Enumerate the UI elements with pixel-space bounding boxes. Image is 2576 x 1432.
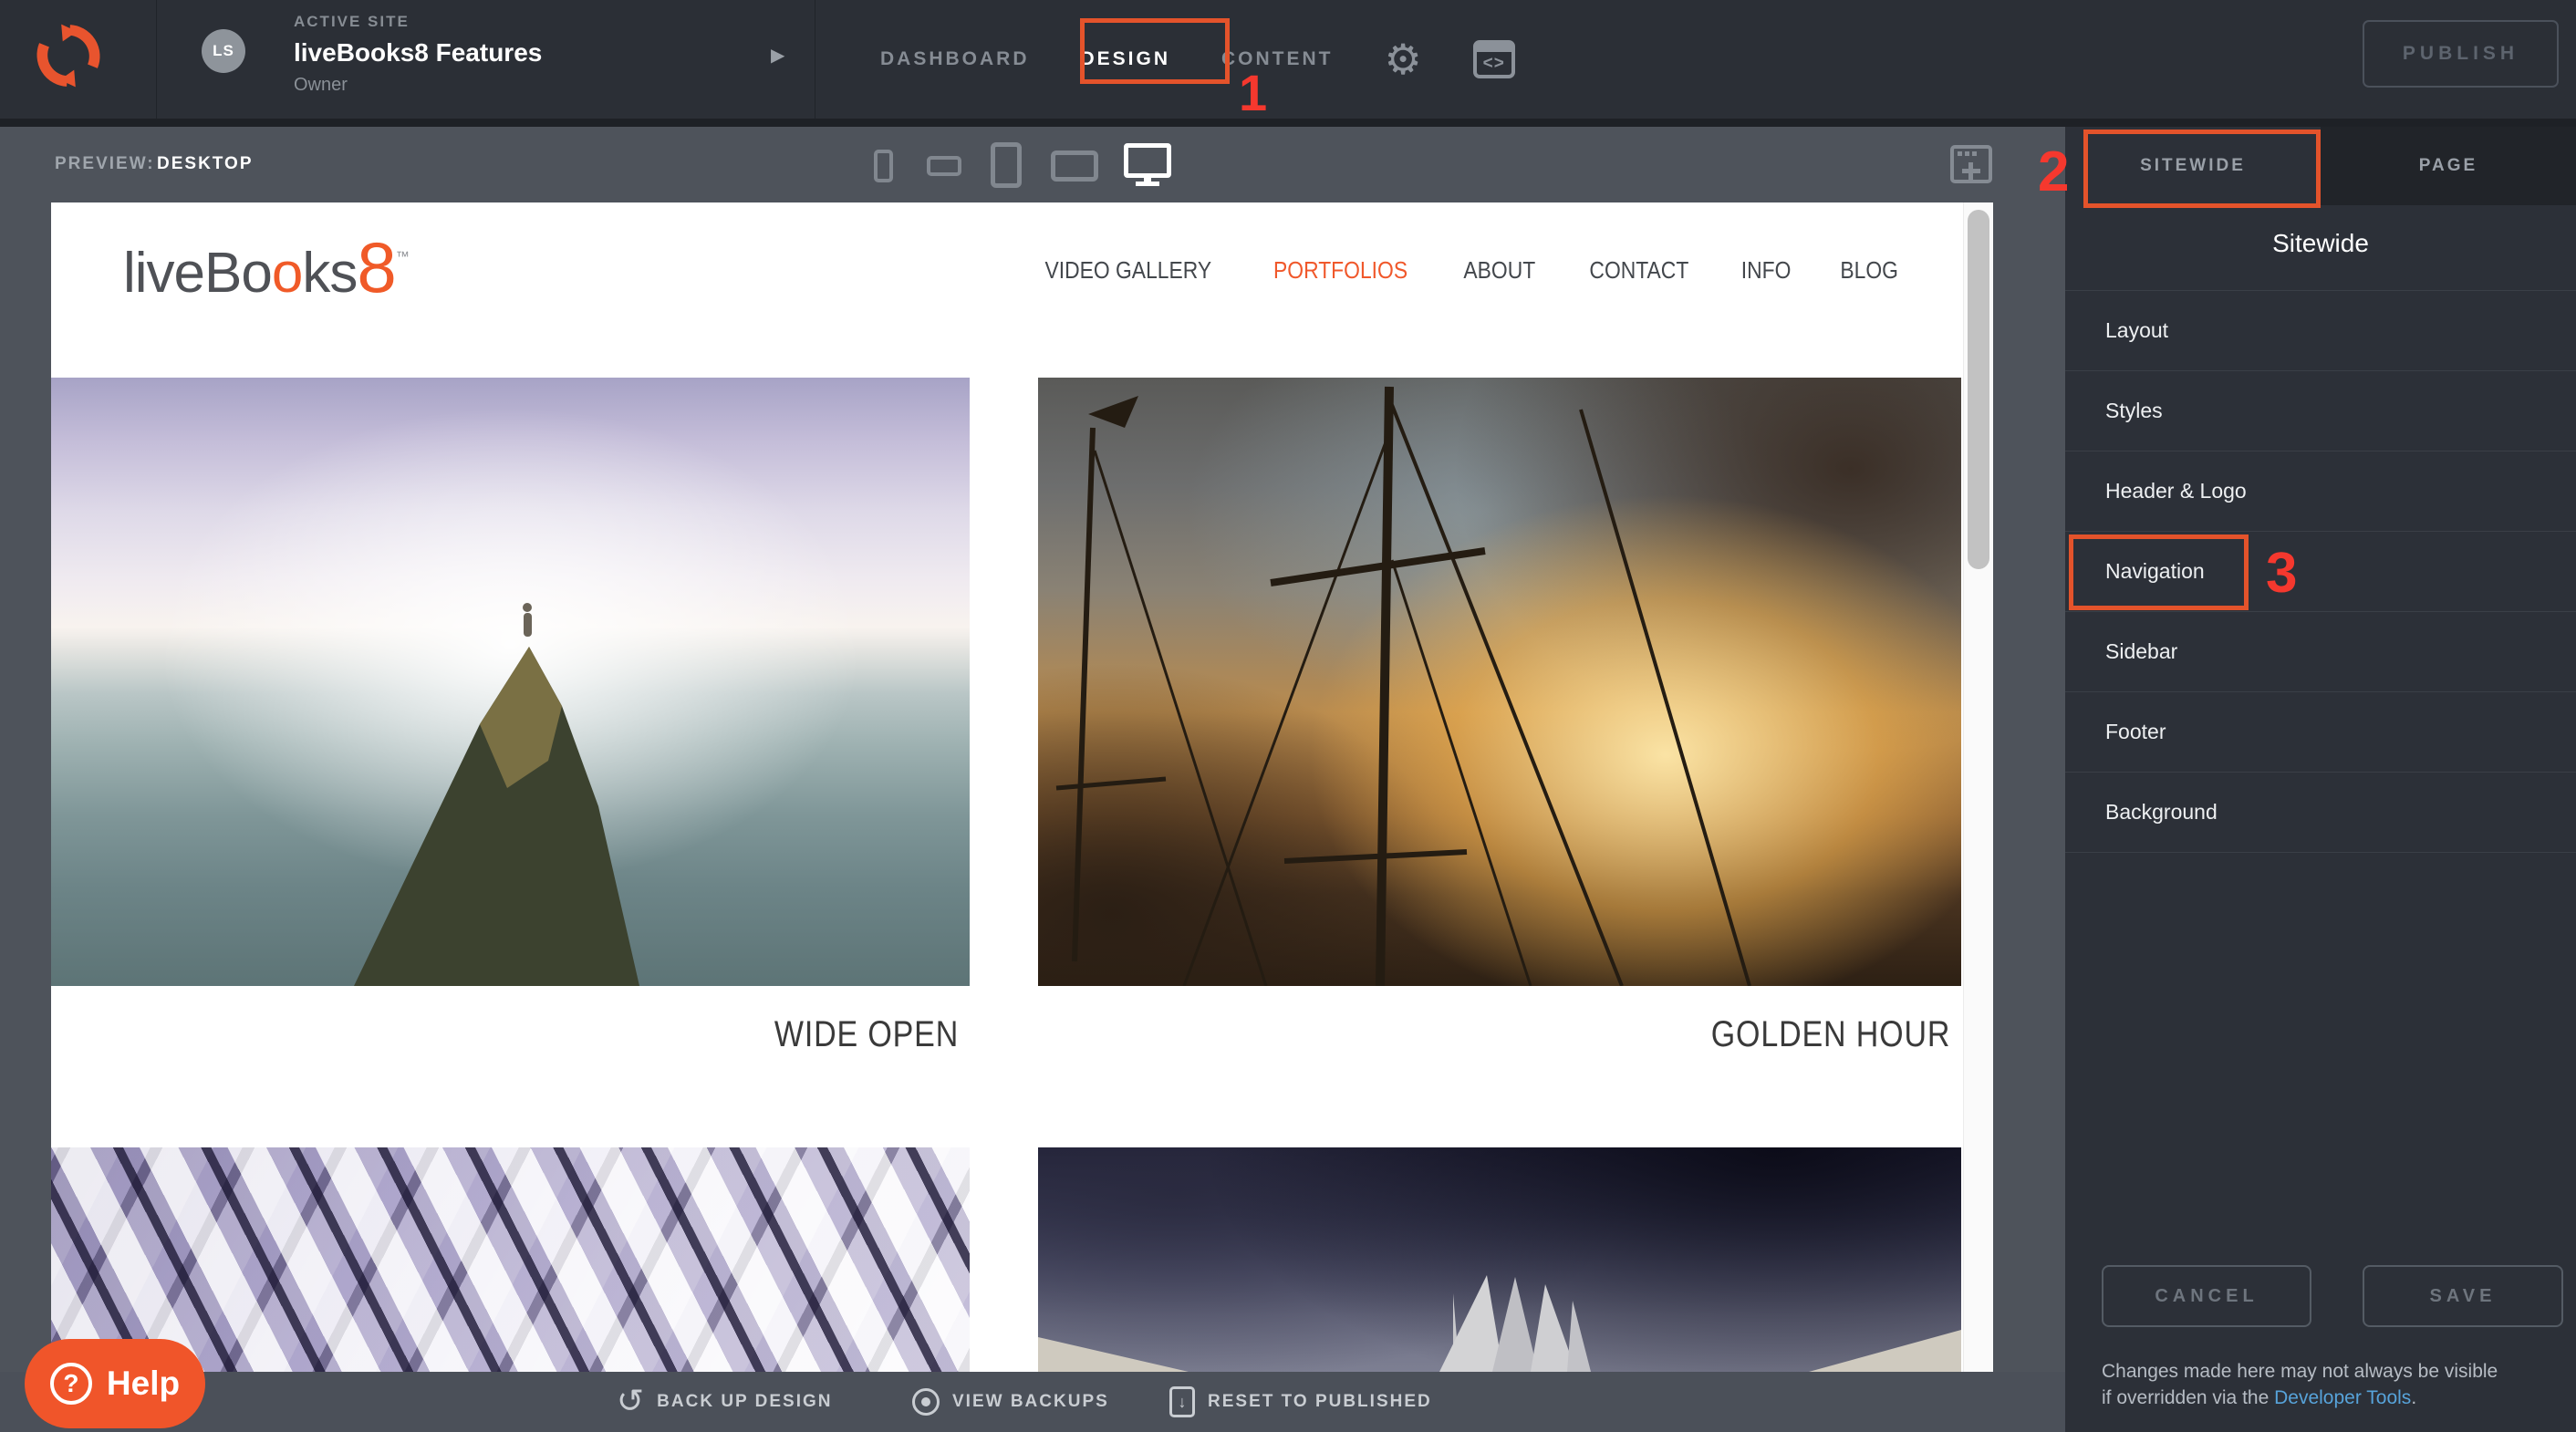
device-phone-portrait-icon[interactable] bbox=[874, 150, 893, 182]
avatar[interactable]: LS bbox=[202, 29, 245, 73]
note-line2: if overridden via the bbox=[2102, 1387, 2274, 1408]
device-phone-landscape-icon[interactable] bbox=[927, 156, 961, 176]
device-tablet-landscape-icon[interactable] bbox=[1051, 150, 1098, 182]
view-eye-icon bbox=[912, 1388, 940, 1416]
logo-text: ks bbox=[302, 242, 357, 305]
site-nav-info[interactable]: INFO bbox=[1740, 256, 1791, 285]
site-nav-about[interactable]: ABOUT bbox=[1464, 256, 1536, 285]
cancel-button[interactable]: CANCEL bbox=[2102, 1265, 2311, 1327]
portfolio-title: GOLDEN HOUR bbox=[1598, 1014, 1993, 1055]
view-backups-button[interactable]: VIEW BACKUPS bbox=[912, 1372, 1109, 1432]
tab-sitewide[interactable]: SITEWIDE bbox=[2065, 127, 2321, 205]
back-up-design-label: BACK UP DESIGN bbox=[657, 1392, 832, 1412]
active-site-role: Owner bbox=[294, 75, 542, 96]
device-desktop-icon[interactable] bbox=[1124, 143, 1171, 178]
site-logo[interactable]: liveBooks8™ bbox=[123, 226, 409, 309]
cliff-silhouette bbox=[51, 378, 970, 986]
header-divider bbox=[156, 0, 157, 119]
active-site-label: ACTIVE SITE bbox=[294, 13, 542, 31]
sidebar-note: Changes made here may not always be visi… bbox=[2102, 1358, 2549, 1411]
window-dot bbox=[1972, 151, 1977, 156]
reset-download-icon: ↓ bbox=[1169, 1386, 1195, 1417]
active-site-block: ACTIVE SITE liveBooks8 Features Owner bbox=[294, 13, 542, 96]
nav-dashboard[interactable]: DASHBOARD bbox=[880, 48, 1030, 70]
new-window-icon[interactable] bbox=[1950, 145, 1992, 183]
logo-orange-8: 8 bbox=[357, 227, 395, 307]
site-nav-blog[interactable]: BLOG bbox=[1840, 256, 1898, 285]
portfolio-photo-lattice[interactable] bbox=[51, 1147, 970, 1372]
help-label: Help bbox=[107, 1365, 180, 1403]
developer-tools-link[interactable]: Developer Tools bbox=[2274, 1387, 2411, 1408]
brand-logo-icon[interactable] bbox=[33, 20, 104, 91]
site-switcher-arrow-icon[interactable]: ▶ bbox=[771, 44, 784, 67]
nav-design[interactable]: DESIGN bbox=[1081, 48, 1171, 70]
preview-toolbar: PREVIEW: DESKTOP bbox=[0, 127, 2065, 202]
back-up-design-button[interactable]: ↺ BACK UP DESIGN bbox=[617, 1372, 833, 1432]
app-root: LS ACTIVE SITE liveBooks8 Features Owner… bbox=[0, 0, 2576, 1432]
reset-to-published-label: RESET TO PUBLISHED bbox=[1208, 1392, 1432, 1412]
developer-tools-icon[interactable]: <> bbox=[1473, 40, 1515, 78]
preview-mode-value: DESKTOP bbox=[157, 154, 254, 174]
sidebar-item-sidebar[interactable]: Sidebar bbox=[2065, 612, 2576, 692]
backup-circular-arrow-icon: ↺ bbox=[617, 1385, 644, 1418]
portfolio-photo-wide-open[interactable] bbox=[51, 378, 970, 986]
logo-orange-o: o bbox=[272, 242, 302, 305]
logo-text: liveBo bbox=[123, 242, 272, 305]
sidebar-heading: Sitewide bbox=[2065, 229, 2576, 258]
sidebar-list: Layout Styles Header & Logo Navigation S… bbox=[2065, 290, 2576, 853]
site-nav-portfolios[interactable]: PORTFOLIOS bbox=[1273, 256, 1407, 285]
bottom-action-bar: ↺ BACK UP DESIGN VIEW BACKUPS ↓ RESET TO… bbox=[0, 1372, 2065, 1432]
publish-button[interactable]: PUBLISH bbox=[2363, 20, 2559, 88]
plus-icon bbox=[1968, 162, 1973, 180]
settings-gear-icon[interactable]: ⚙ bbox=[1385, 38, 1422, 80]
portfolio-title: WIDE OPEN bbox=[634, 1014, 1099, 1055]
main-nav: DASHBOARD DESIGN CONTENT ⚙ <> bbox=[880, 0, 1515, 119]
sidebar-tabs: SITEWIDE PAGE bbox=[2065, 127, 2576, 205]
sidebar-item-styles[interactable]: Styles bbox=[2065, 371, 2576, 451]
active-site-name: liveBooks8 Features bbox=[294, 38, 542, 67]
spires-silhouette bbox=[1038, 1147, 1961, 1372]
sailboat-masts-silhouette bbox=[1038, 378, 1961, 986]
reset-to-published-button[interactable]: ↓ RESET TO PUBLISHED bbox=[1169, 1372, 1432, 1432]
tab-page[interactable]: PAGE bbox=[2321, 127, 2576, 205]
question-mark-icon: ? bbox=[50, 1363, 92, 1405]
site-nav-contact[interactable]: CONTACT bbox=[1589, 256, 1688, 285]
note-line1: Changes made here may not always be visi… bbox=[2102, 1361, 2498, 1382]
desktop-icon-base bbox=[1136, 182, 1159, 186]
nav-content[interactable]: CONTENT bbox=[1221, 48, 1334, 70]
view-backups-label: VIEW BACKUPS bbox=[952, 1392, 1109, 1412]
window-dot bbox=[1958, 151, 1962, 156]
sidebar-item-header-logo[interactable]: Header & Logo bbox=[2065, 451, 2576, 532]
preview-label: PREVIEW: bbox=[55, 154, 155, 174]
sidebar-item-footer[interactable]: Footer bbox=[2065, 692, 2576, 773]
portfolio-photo-spires[interactable] bbox=[1038, 1147, 1961, 1372]
save-button[interactable]: SAVE bbox=[2363, 1265, 2563, 1327]
top-header: LS ACTIVE SITE liveBooks8 Features Owner… bbox=[0, 0, 2576, 119]
site-nav: VIDEO GALLERY PORTFOLIOS ABOUT CONTACT I… bbox=[1034, 246, 1902, 294]
page-scrollbar-thumb[interactable] bbox=[1968, 210, 1989, 569]
logo-tm: ™ bbox=[396, 249, 409, 265]
help-button[interactable]: ? Help bbox=[25, 1339, 205, 1428]
page-scrollbar-track bbox=[1963, 202, 1993, 1372]
design-sidebar: SITEWIDE PAGE Sitewide Layout Styles Hea… bbox=[2065, 127, 2576, 1432]
note-suffix: . bbox=[2411, 1387, 2416, 1408]
device-tablet-portrait-icon[interactable] bbox=[991, 142, 1022, 188]
developer-icon-bar bbox=[1477, 44, 1511, 52]
site-nav-video-gallery[interactable]: VIDEO GALLERY bbox=[1044, 256, 1211, 285]
sidebar-item-navigation[interactable]: Navigation bbox=[2065, 532, 2576, 612]
header-bottom-strip bbox=[0, 119, 2576, 127]
site-preview-page: liveBooks8™ VIDEO GALLERY PORTFOLIOS ABO… bbox=[51, 202, 1993, 1372]
portfolio-photo-golden-hour[interactable] bbox=[1038, 378, 1961, 986]
sidebar-item-background[interactable]: Background bbox=[2065, 773, 2576, 853]
developer-icon-glyph: <> bbox=[1477, 54, 1511, 74]
sidebar-item-layout[interactable]: Layout bbox=[2065, 291, 2576, 371]
window-dot bbox=[1965, 151, 1969, 156]
